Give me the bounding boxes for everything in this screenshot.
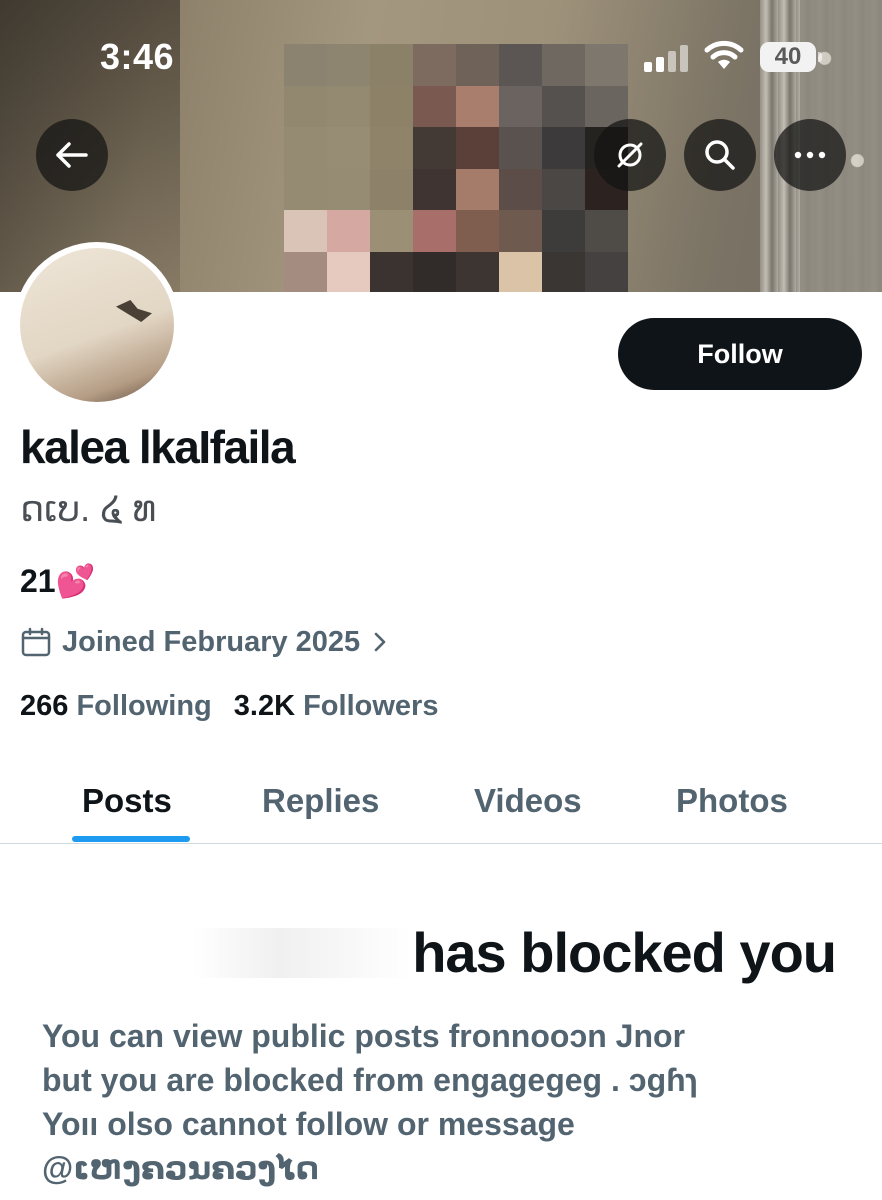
- following-count: 266: [20, 690, 69, 722]
- calendar-icon: [21, 627, 51, 657]
- blocked-message: You can view public posts fronnooɔn Jnor…: [42, 1014, 842, 1190]
- redacted-username: [192, 928, 413, 978]
- following-label: Following: [76, 690, 212, 722]
- display-name: kalea lkaIfaila: [20, 421, 296, 473]
- following-link[interactable]: 266 Following: [20, 690, 212, 723]
- profile-tabs: Posts Replies Videos Photos: [0, 758, 882, 844]
- blocked-line-2: but you are blocked from engagegeg . ɔɡɦ…: [42, 1062, 699, 1098]
- tab-videos[interactable]: Videos: [474, 758, 582, 844]
- cellular-signal-icon: [644, 44, 690, 72]
- follow-stats: 266 Following 3.2K Followers: [20, 690, 460, 723]
- battery-tip: [818, 52, 822, 62]
- followers-label: Followers: [303, 690, 439, 722]
- bio: 21💕: [20, 563, 96, 599]
- follow-button[interactable]: Follow: [618, 318, 862, 390]
- avatar[interactable]: [14, 242, 180, 408]
- avatar-photo: [20, 248, 174, 402]
- status-time: 3:46: [100, 36, 175, 77]
- profile-banner[interactable]: 3:46 40: [0, 0, 882, 292]
- blocked-handle[interactable]: @ເຫງຄວນຄວງໄດ: [42, 1146, 842, 1190]
- joined-date[interactable]: Joined February 2025: [20, 622, 398, 662]
- active-tab-indicator: [72, 836, 190, 842]
- tab-photos[interactable]: Photos: [676, 758, 788, 844]
- blocked-line-3: Yoıı olso cannot follow or message: [42, 1106, 575, 1142]
- tab-replies[interactable]: Replies: [262, 758, 379, 844]
- avatar-detail: [116, 300, 152, 322]
- back-arrow-icon[interactable]: [36, 119, 108, 191]
- followers-count: 3.2K: [233, 690, 296, 722]
- battery-level: 40: [760, 42, 816, 72]
- chevron-right-icon: [374, 632, 386, 652]
- grok-icon[interactable]: [594, 119, 666, 191]
- pixelated-face: [284, 44, 628, 292]
- search-icon[interactable]: [684, 119, 756, 191]
- blocked-heading: has blocked you: [192, 920, 837, 985]
- joined-text: Joined February 2025: [62, 625, 361, 658]
- blocked-line-1: You can view public posts fronnooɔn Jnor: [42, 1018, 686, 1054]
- wifi-icon: [704, 40, 744, 77]
- tab-posts[interactable]: Posts: [82, 758, 172, 844]
- blocked-title-text: has blocked you: [412, 921, 837, 984]
- username-handle: ດເບ. ໔ ທ: [20, 488, 157, 529]
- followers-link[interactable]: 3.2K Followers: [234, 690, 439, 723]
- more-icon[interactable]: [774, 119, 846, 191]
